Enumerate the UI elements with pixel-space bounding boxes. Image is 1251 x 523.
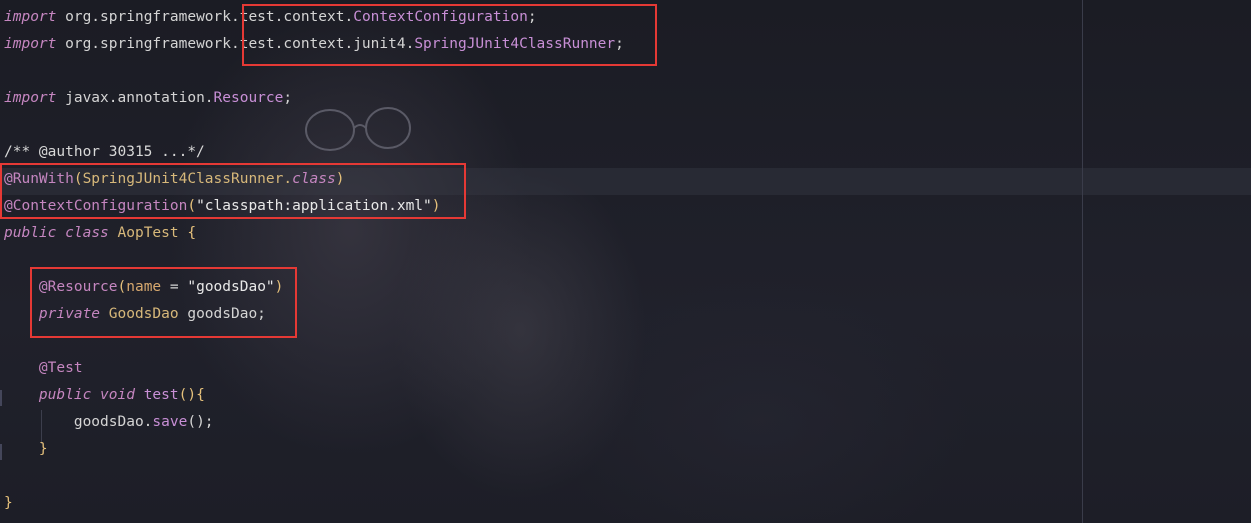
code-token: test: [143, 387, 179, 403]
code-line[interactable]: @Test: [4, 355, 624, 382]
code-token: class: [65, 225, 109, 241]
code-token: ;: [283, 90, 293, 106]
code-line[interactable]: }: [4, 490, 624, 517]
code-line[interactable]: goodsDao.save();: [4, 409, 624, 436]
fold-marker[interactable]: [0, 444, 2, 460]
code-token: javax.annotation.: [56, 90, 214, 106]
code-token: org.springframework.: [56, 9, 240, 25]
code-token: public: [4, 225, 57, 241]
highlight-annotations: [0, 163, 466, 219]
code-token: public: [38, 387, 92, 403]
fold-marker[interactable]: [0, 390, 2, 406]
highlight-imports: [242, 4, 657, 66]
code-token: goodsDao.: [73, 414, 153, 430]
code-token: (){: [178, 387, 205, 403]
code-line[interactable]: [4, 463, 624, 490]
code-token: {: [187, 225, 197, 241]
code-token: org.springframework.: [56, 36, 240, 52]
code-line[interactable]: }: [4, 436, 624, 463]
code-token: import: [4, 9, 57, 25]
highlight-resource-field: [30, 267, 297, 338]
code-token: AopTest: [108, 225, 188, 241]
code-line[interactable]: /** @author 30315 ...*/: [4, 139, 624, 166]
code-token: }: [4, 495, 13, 511]
code-token: /** @author 30315 ...*/: [4, 144, 205, 160]
code-token: @Test: [38, 360, 83, 376]
code-token: import: [4, 90, 57, 106]
code-token: ();: [187, 414, 214, 430]
code-token: void: [100, 387, 135, 403]
code-line[interactable]: public class AopTest {: [4, 220, 624, 247]
code-token: }: [38, 441, 48, 457]
code-editor[interactable]: import org.springframework.test.context.…: [4, 4, 624, 517]
code-line[interactable]: import javax.annotation.Resource;: [4, 85, 624, 112]
code-token: import: [4, 36, 57, 52]
code-token: Resource: [213, 90, 284, 106]
code-line[interactable]: [4, 112, 624, 139]
code-token: save: [152, 414, 188, 430]
right-margin-guide: [1082, 0, 1083, 523]
code-line[interactable]: public void test(){: [4, 382, 624, 409]
